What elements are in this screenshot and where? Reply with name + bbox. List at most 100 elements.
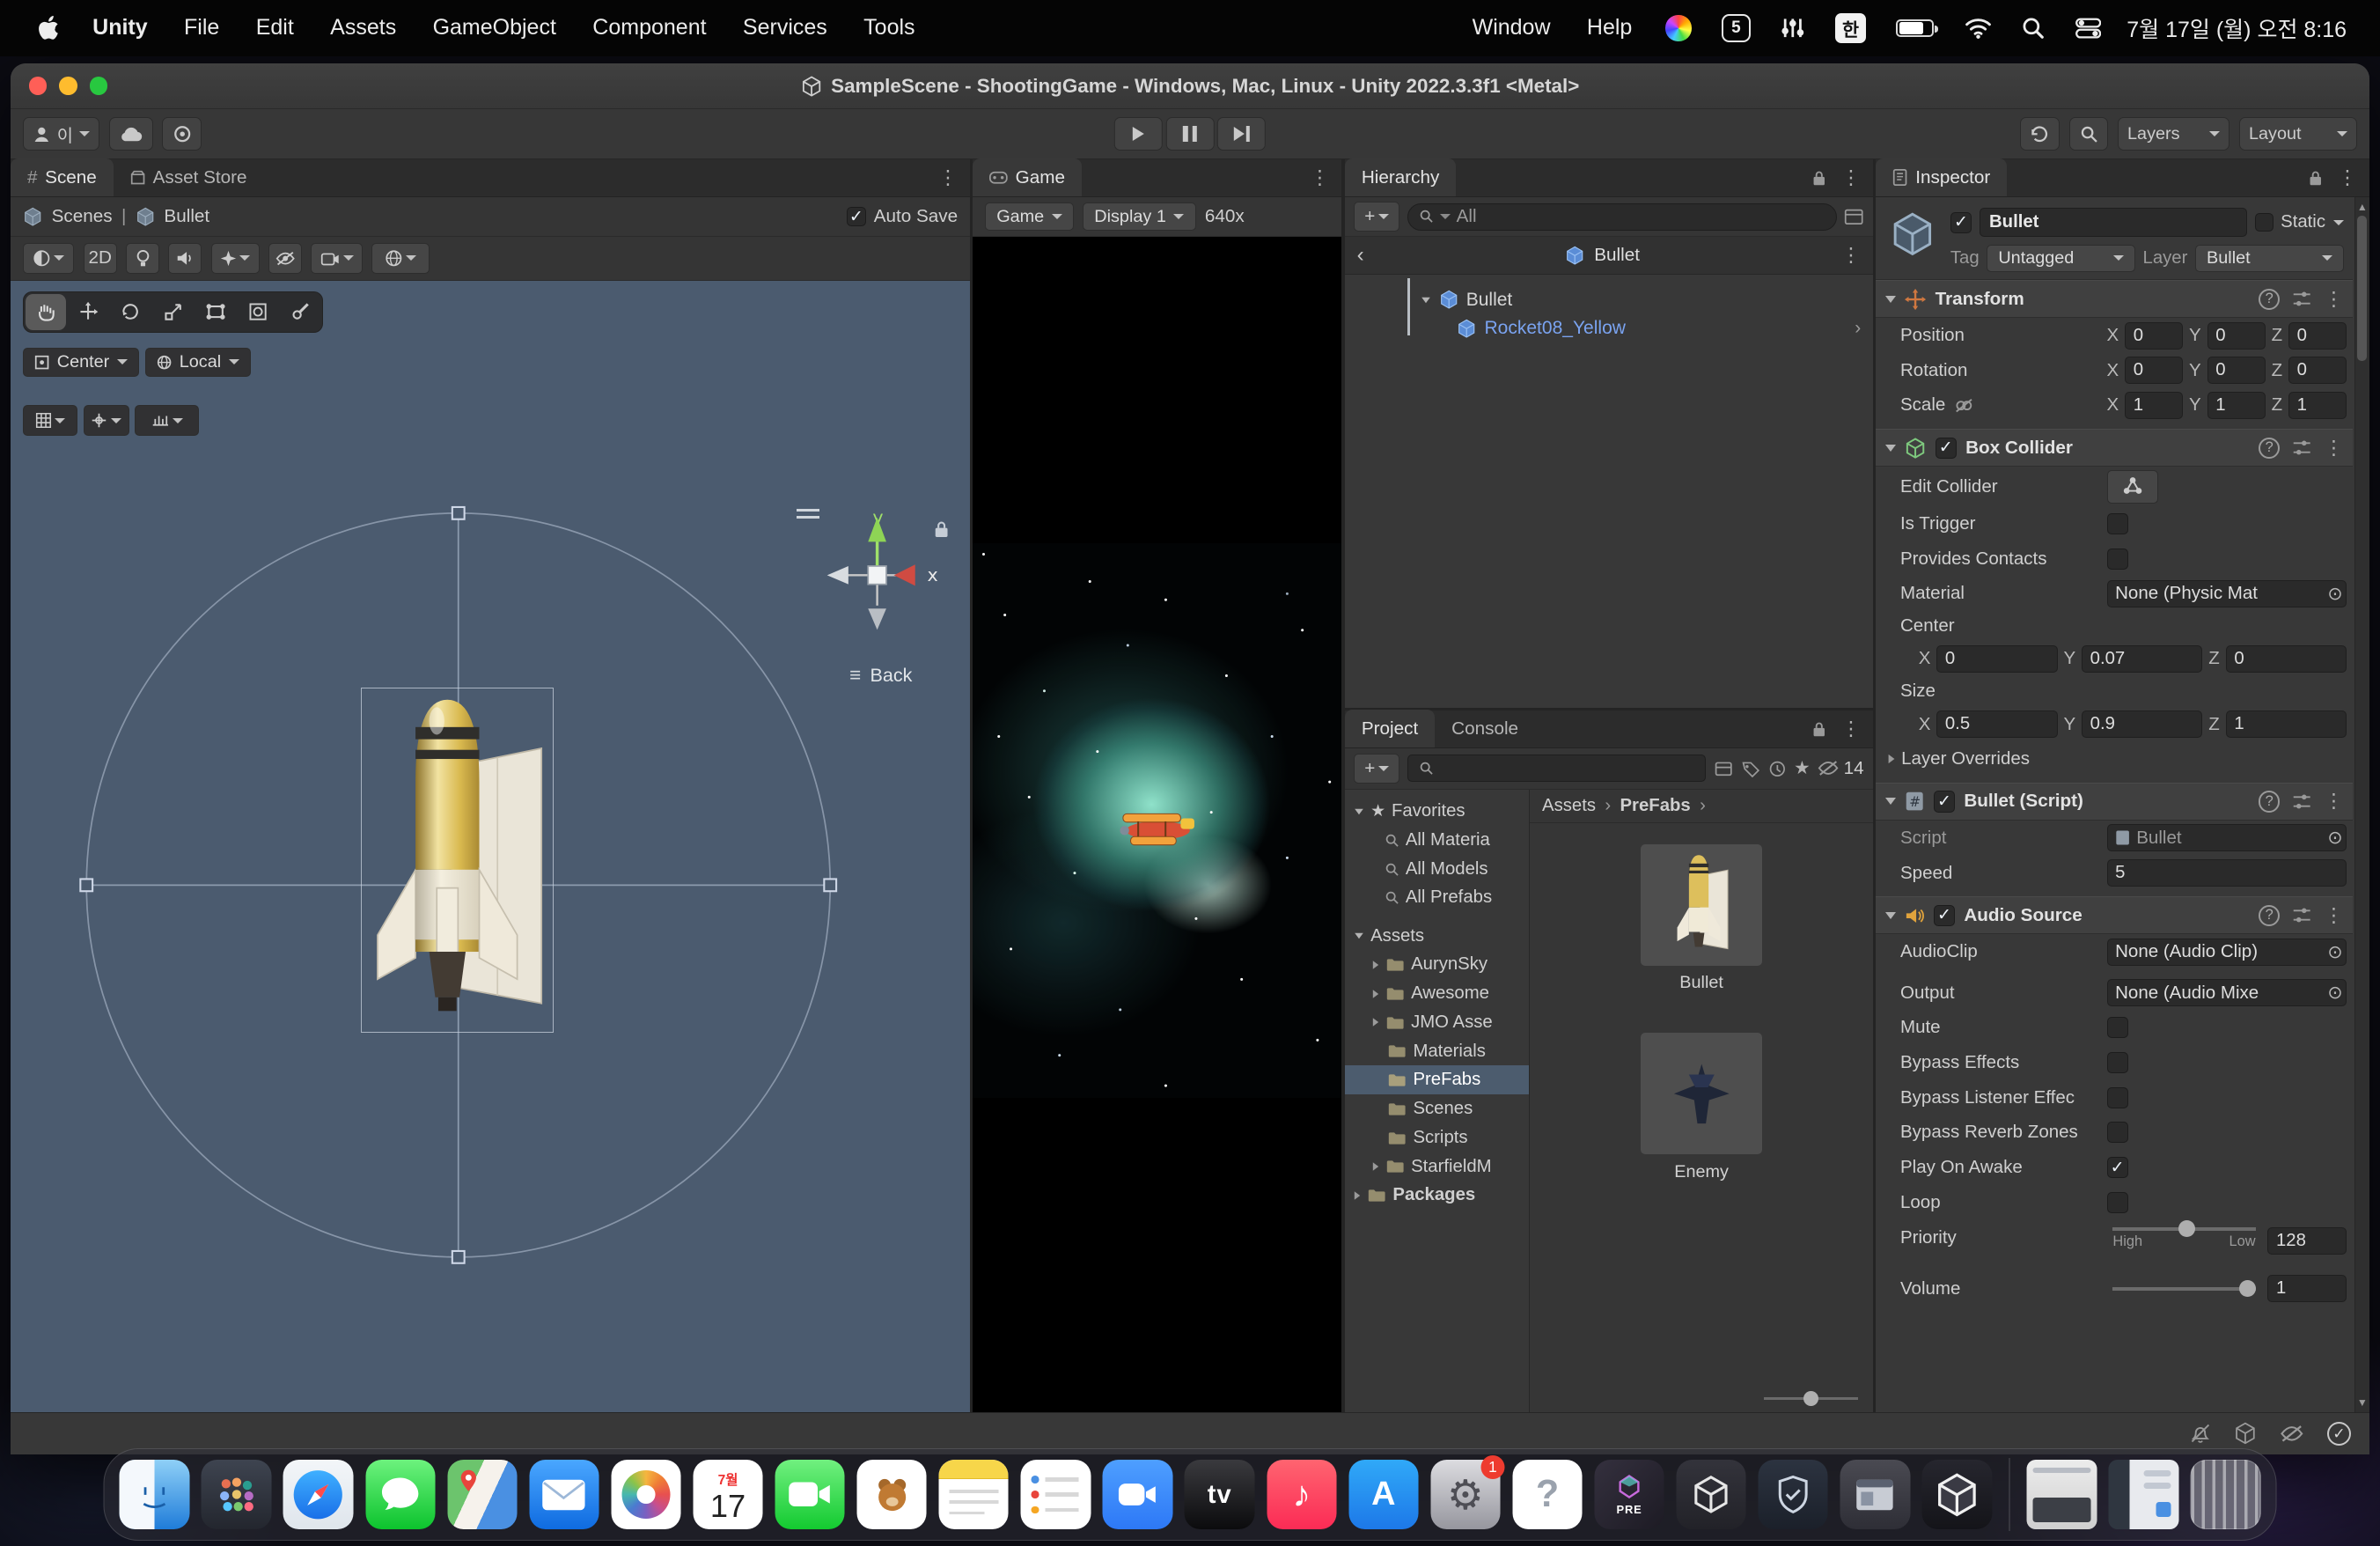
move-tool-button[interactable] [68,294,109,330]
component-menu-icon[interactable]: ⋮ [2324,438,2343,458]
cloud-services-button[interactable] [109,117,153,151]
scene-viewport[interactable]: Center Local [11,281,970,1412]
gameobject-active-checkbox[interactable]: ✓ [1950,212,1972,233]
control-center-icon[interactable] [2061,0,2114,56]
menu-item-edit[interactable]: Edit [239,0,311,56]
pivot-dropdown[interactable]: Center [23,348,139,377]
account-button[interactable]: 이 [23,117,99,151]
ime-indicator[interactable]: 한 [1822,0,1880,56]
dock-icon-reminders[interactable] [1021,1460,1091,1529]
bypass-reverb-checkbox[interactable] [2107,1122,2128,1143]
menu-item-component[interactable]: Component [576,0,723,56]
tab-hierarchy[interactable]: Hierarchy [1345,158,1456,196]
static-dropdown-caret[interactable] [2333,220,2344,225]
gameobject-icon[interactable] [1885,208,1940,260]
dock-icon-unity-project-c[interactable] [1840,1460,1910,1529]
thumbnail-zoom-slider[interactable] [1530,1385,1873,1412]
tab-project[interactable]: Project [1345,710,1435,747]
notifications-muted-icon[interactable] [2189,1422,2212,1445]
tab-scene[interactable]: # Scene [11,158,114,196]
component-menu-icon[interactable]: ⋮ [2324,906,2343,925]
hierarchy-item-bullet[interactable]: Bullet [1345,285,1873,314]
project-create-button[interactable]: + [1354,754,1399,784]
object-picker-icon[interactable]: ⊙ [2327,982,2342,1004]
position-z-field[interactable]: 0 [2288,322,2347,350]
folder-prefabs[interactable]: PreFabs [1345,1065,1529,1094]
tab-game[interactable]: Game [973,158,1082,196]
sliders-menubar-icon[interactable] [1767,0,1819,56]
scene-visibility-button[interactable] [268,243,302,273]
hand-tool-button[interactable] [26,294,67,330]
breadcrumb-scenes[interactable]: Scenes [52,206,113,227]
box-collider-header[interactable]: ✓ Box Collider ? ⋮ [1876,429,2353,467]
custom-tool-button[interactable] [280,294,321,330]
scale-tool-button[interactable] [152,294,194,330]
hierarchy-lock-icon[interactable] [1812,170,1826,187]
size-x-field[interactable]: 0.5 [1936,710,2057,738]
menu-item-unity[interactable]: Unity [76,0,164,56]
asset-item-enemy[interactable]: Enemy [1641,1033,1762,1182]
game-mode-dropdown[interactable]: Game [985,202,1074,232]
tab-console[interactable]: Console [1435,710,1535,747]
volume-slider[interactable] [2107,1287,2262,1290]
rocket-model[interactable] [361,688,554,1032]
dock-icon-system-settings[interactable]: ⚙ 1 [1430,1460,1500,1529]
layer-overrides-foldout[interactable]: Layer Overrides [1876,741,2353,777]
search-by-type-icon[interactable] [1714,760,1733,778]
component-menu-icon[interactable]: ⋮ [2324,791,2343,811]
position-y-field[interactable]: 0 [2207,322,2266,350]
bypass-listener-checkbox[interactable] [2107,1087,2128,1108]
resolution-dropdown[interactable]: 640x [1205,206,1245,227]
edit-collider-button[interactable] [2107,470,2159,504]
layout-dropdown[interactable]: Layout [2239,117,2358,151]
prefab-header-menu-icon[interactable]: ⋮ [1841,246,1861,265]
favorite-all-materials[interactable]: All Materia [1345,826,1529,855]
audio-source-enabled-checkbox[interactable]: ✓ [1934,905,1955,926]
presets-icon[interactable] [2292,907,2311,924]
help-icon[interactable]: ? [2259,905,2280,926]
folder-jmo-assets[interactable]: JMO Asse [1345,1008,1529,1037]
tag-dropdown[interactable]: Untagged [1987,245,2135,272]
zoom-window-button[interactable] [90,77,108,95]
physic-material-field[interactable]: None (Physic Mat ⊙ [2107,580,2347,607]
object-picker-icon[interactable]: ⊙ [2327,827,2342,849]
box-collider-enabled-checkbox[interactable]: ✓ [1936,438,1957,459]
dock-icon-bear[interactable] [857,1460,927,1529]
is-trigger-checkbox[interactable] [2107,513,2128,534]
breadcrumb-assets[interactable]: Assets [1542,796,1596,816]
menu-item-help[interactable]: Help [1570,0,1649,56]
asset-item-bullet[interactable]: Bullet [1641,844,1762,994]
wifi-icon[interactable] [1950,0,2005,56]
center-x-field[interactable]: 0 [1936,645,2057,673]
menu-item-file[interactable]: File [167,0,236,56]
background-tasks-indicator[interactable]: ✓ [2327,1422,2352,1447]
layer-dropdown[interactable]: Bullet [2195,245,2344,272]
pause-button[interactable] [1165,117,1214,151]
rotate-tool-button[interactable] [110,294,151,330]
draw-mode-dropdown[interactable] [23,243,75,273]
rotation-x-field[interactable]: 0 [2125,357,2183,384]
prefab-open-arrow[interactable]: › [1855,318,1873,339]
scale-y-field[interactable]: 1 [2207,392,2266,419]
game-tab-menu-icon[interactable]: ⋮ [1310,168,1329,188]
position-x-field[interactable]: 0 [2125,322,2183,350]
menubar-clock[interactable]: 7월 17일 (월) 오전 8:16 [2118,12,2356,44]
project-search-input[interactable] [1407,755,1707,782]
folder-awesome[interactable]: Awesome [1345,979,1529,1008]
dock-icon-finder[interactable] [120,1460,189,1529]
grid-visual-dropdown[interactable] [23,405,77,435]
favorite-star-icon[interactable]: ★ [1794,757,1811,779]
gizmos-dropdown[interactable] [371,243,430,273]
dock-icon-safari[interactable] [283,1460,353,1529]
menu-item-tools[interactable]: Tools [847,0,931,56]
hierarchy-item-rocket08-yellow[interactable]: Rocket08_Yellow › [1345,314,1873,343]
hierarchy-menu-icon[interactable]: ⋮ [1841,168,1861,188]
project-menu-icon[interactable]: ⋮ [1841,719,1861,739]
audioclip-field[interactable]: None (Audio Clip) ⊙ [2107,939,2347,966]
dock-icon-messages[interactable] [365,1460,435,1529]
spotlight-icon[interactable] [2009,0,2059,56]
axis-orientation-gizmo[interactable]: y x [809,505,945,645]
undo-history-button[interactable] [2020,117,2060,151]
camera-settings-dropdown[interactable] [311,243,363,273]
dock-icon-notes[interactable] [939,1460,1009,1529]
